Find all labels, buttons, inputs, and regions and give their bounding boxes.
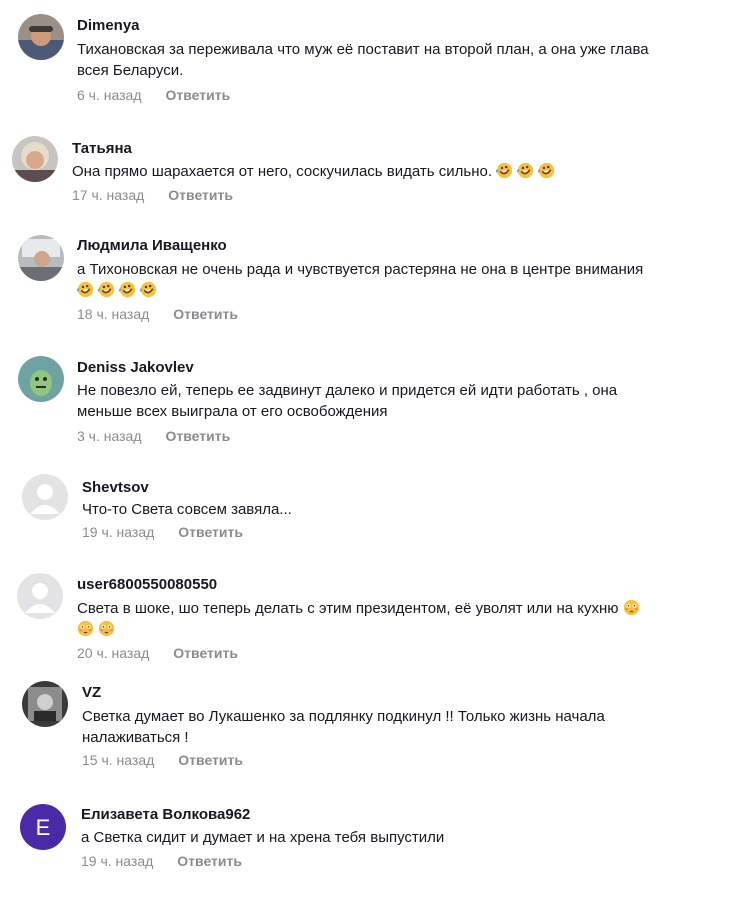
comment-text: Светка думает во Лукашенко за подлянку п…	[82, 706, 605, 748]
rofl-emoji	[98, 281, 115, 298]
reply-button[interactable]: Ответить	[173, 645, 238, 661]
comment-text: Не повезло ей, теперь ее задвинут далеко…	[77, 380, 617, 422]
emoji-row	[77, 619, 717, 640]
flushed-emoji	[623, 599, 640, 616]
emoji-row	[77, 280, 717, 301]
comment-time: 17 ч. назад	[72, 187, 145, 203]
comment-meta: 19 ч. назад Ответить	[82, 524, 243, 540]
comment-author[interactable]: Елизавета Волкова962	[81, 806, 250, 823]
comment-meta: 3 ч. назад Ответить	[77, 428, 230, 444]
comment-author[interactable]: Deniss Jakovlev	[77, 359, 194, 376]
comment-time: 15 ч. назад	[82, 752, 155, 768]
rofl-emoji	[496, 162, 513, 179]
comment-text: Она прямо шарахается от него, соскучилас…	[72, 161, 555, 182]
comment-time: 3 ч. назад	[77, 428, 142, 444]
comment-text-line: Света в шоке, шо теперь делать с этим пр…	[77, 600, 619, 617]
comment-text: а Светка сидит и думает и на хрена тебя …	[81, 829, 445, 846]
reply-button[interactable]: Ответить	[177, 853, 242, 869]
default-avatar-icon[interactable]	[17, 573, 63, 619]
avatar[interactable]	[22, 681, 68, 727]
reply-button[interactable]: Ответить	[168, 187, 233, 203]
comment-author[interactable]: user6800550080550	[77, 576, 217, 593]
comment-time: 19 ч. назад	[81, 853, 154, 869]
rofl-emoji	[538, 162, 555, 179]
comment-text-line: а Тихоновская не очень рада и чувствуетс…	[77, 261, 644, 278]
comment-time: 19 ч. назад	[82, 524, 155, 540]
avatar[interactable]	[12, 136, 58, 182]
reply-button[interactable]: Ответить	[165, 87, 230, 103]
comment-time: 18 ч. назад	[77, 306, 150, 322]
comment-text-line: Тихановская за переживала что муж её пос…	[77, 41, 649, 58]
reply-button[interactable]: Ответить	[173, 306, 238, 322]
comment-text-line: всея Беларуси.	[77, 62, 184, 79]
comment-text: а Тихоновская не очень рада и чувствуетс…	[77, 259, 717, 301]
comment-author[interactable]: Shevtsov	[82, 479, 149, 496]
avatar[interactable]	[18, 14, 64, 60]
comment-meta: 20 ч. назад Ответить	[77, 645, 238, 661]
comment-text: Тихановская за переживала что муж её пос…	[77, 39, 649, 81]
comment-text-line: меньше всех выиграла от его освобождения	[77, 403, 388, 420]
rofl-emoji	[517, 162, 534, 179]
comment-author[interactable]: Людмила Иващенко	[77, 237, 227, 254]
comment-author[interactable]: Татьяна	[72, 140, 132, 157]
avatar[interactable]	[18, 356, 64, 402]
comment-author[interactable]: Dimenya	[77, 17, 140, 34]
comment-meta: 6 ч. назад Ответить	[77, 87, 230, 103]
reply-button[interactable]: Ответить	[178, 524, 243, 540]
flushed-emoji	[98, 620, 115, 637]
comment-text: Что-то Света совсем завяла...	[82, 501, 292, 518]
comment-meta: 17 ч. назад Ответить	[72, 187, 233, 203]
comment-author[interactable]: VZ	[82, 684, 101, 701]
flushed-emoji	[77, 620, 94, 637]
rofl-emoji	[77, 281, 94, 298]
avatar[interactable]: E	[20, 804, 66, 850]
comment-text: Света в шоке, шо теперь делать с этим пр…	[77, 598, 717, 640]
reply-button[interactable]: Ответить	[178, 752, 243, 768]
comment-meta: 19 ч. назад Ответить	[81, 853, 242, 869]
rofl-emoji	[119, 281, 136, 298]
rofl-emoji	[140, 281, 157, 298]
comment-time: 6 ч. назад	[77, 87, 142, 103]
comment-text-line: Она прямо шарахается от него, соскучилас…	[72, 163, 492, 180]
comment-time: 20 ч. назад	[77, 645, 150, 661]
comment-text-line: Не повезло ей, теперь ее задвинут далеко…	[77, 382, 618, 399]
avatar[interactable]	[18, 235, 64, 281]
comment-text-line: налаживаться !	[82, 729, 189, 746]
default-avatar-icon[interactable]	[22, 474, 68, 520]
comment-text-line: Светка думает во Лукашенко за подлянку п…	[82, 708, 605, 725]
comment-meta: 15 ч. назад Ответить	[82, 752, 243, 768]
avatar-letter: E	[36, 815, 51, 840]
reply-button[interactable]: Ответить	[165, 428, 230, 444]
comment-meta: 18 ч. назад Ответить	[77, 306, 238, 322]
